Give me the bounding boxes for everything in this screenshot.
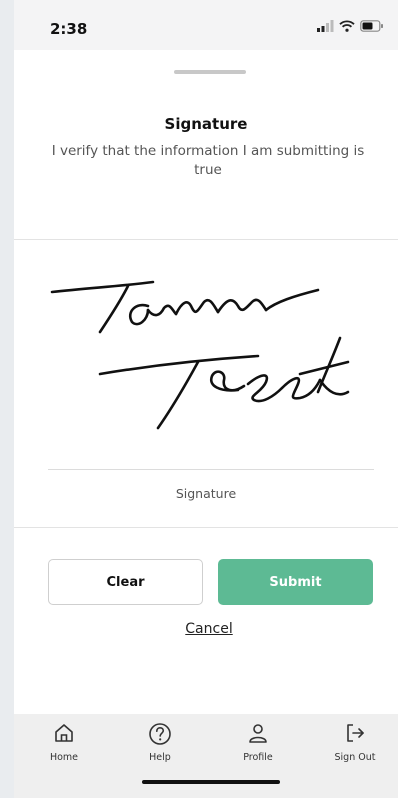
sign-out-icon [320,722,390,748]
divider [14,239,398,240]
tab-label: Home [49,752,79,763]
signature-pad[interactable] [48,262,378,442]
phone-screen: 2:38 Signature I verify that the informa… [14,0,398,798]
status-icons [316,20,384,32]
tab-label: Profile [243,752,273,763]
wifi-icon [339,20,355,32]
signature-caption: Signature [175,486,237,501]
home-icon [29,722,99,748]
cancel-link[interactable]: Cancel [14,621,398,637]
home-indicator [142,780,280,784]
tab-label: Sign Out [334,752,376,763]
page-title: Signature [164,115,248,133]
tab-label: Help [149,752,171,763]
cellular-signal-icon [317,20,334,32]
divider [14,527,398,528]
clear-button[interactable]: Clear [48,559,203,605]
signature-strokes [50,280,350,430]
battery-icon [360,20,383,32]
tab-help[interactable]: Help [125,722,195,770]
signature-baseline [48,469,374,470]
page-subtitle: I verify that the information I am submi… [51,143,365,178]
tab-home[interactable]: Home [29,722,99,770]
sheet-drag-handle[interactable] [174,70,246,74]
tab-profile[interactable]: Profile [223,722,293,770]
help-icon [125,722,195,748]
profile-icon [223,722,293,748]
status-bar: 2:38 [14,0,398,50]
tab-bar: Home Help Profile Sign Out [14,714,398,798]
submit-button[interactable]: Submit [218,559,373,605]
status-time: 2:38 [50,20,88,38]
tab-sign-out[interactable]: Sign Out [320,722,390,770]
